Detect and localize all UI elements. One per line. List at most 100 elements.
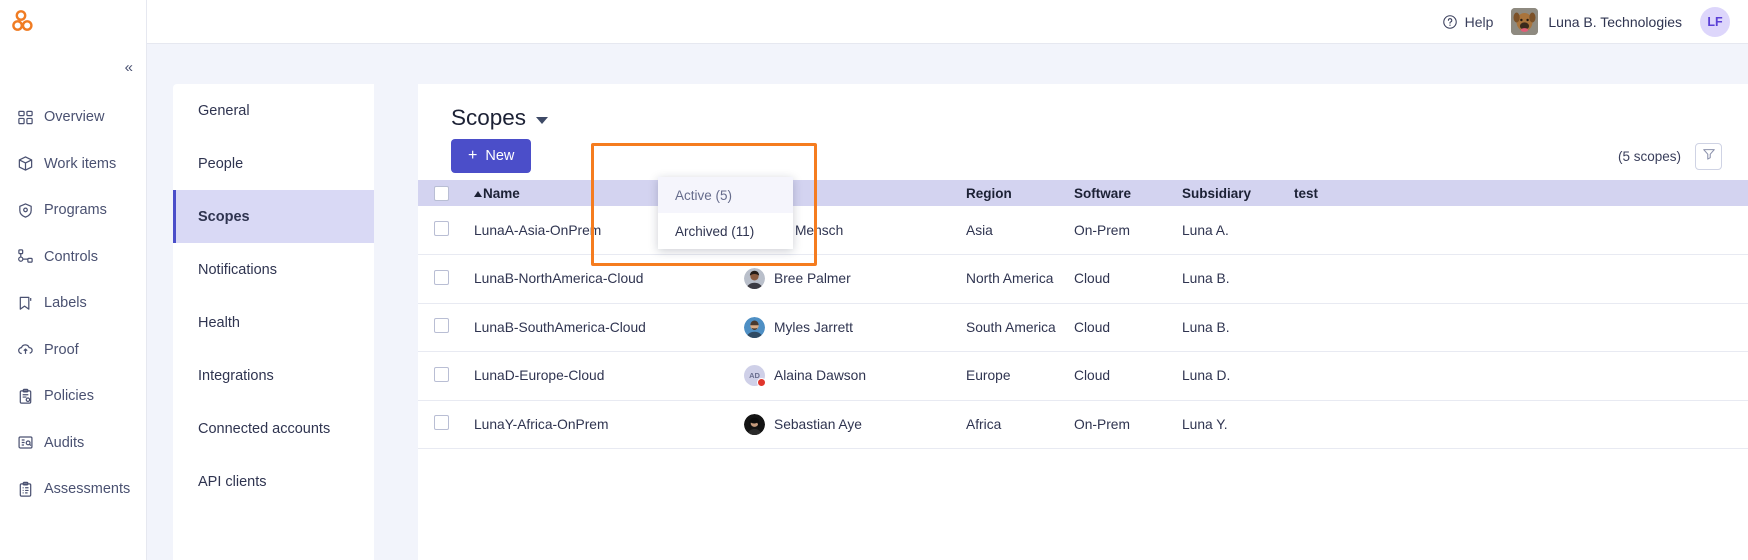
cell-name: LunaB-NorthAmerica-Cloud (464, 254, 734, 304)
table-row[interactable]: LunaB-SouthAmerica-Cloud Myles Jarrett S… (418, 303, 1748, 352)
column-header-label: test (1294, 185, 1319, 201)
cell-region: Europe (956, 351, 1064, 401)
sidebar-item-programs[interactable]: Programs (0, 187, 146, 234)
new-scope-button[interactable]: + New (451, 139, 532, 173)
shield-icon (16, 201, 34, 219)
sidebar-item-proof[interactable]: Proof (0, 327, 146, 374)
subnav-item-health[interactable]: Health (173, 296, 374, 349)
cell-software: Cloud (1064, 303, 1172, 352)
sidebar-item-overview[interactable]: Overview (0, 94, 146, 141)
org-switcher[interactable]: Luna B. Technologies (1511, 8, 1682, 35)
subnav-item-notifications[interactable]: Notifications (173, 243, 374, 296)
sidebar-item-controls[interactable]: Controls (0, 234, 146, 281)
scopes-table: Name Owner Region Softwar (418, 180, 1748, 449)
sidebar-item-label: Programs (44, 202, 107, 219)
dropdown-option-label: Archived (11) (675, 223, 755, 239)
cell-region: Africa (956, 400, 1064, 449)
table-header-row: Name Owner Region Softwar (418, 180, 1748, 206)
subnav-item-general[interactable]: General (173, 84, 374, 137)
sidebar-item-work-items[interactable]: Work items (0, 141, 146, 188)
row-select-cell (418, 351, 464, 401)
new-scope-button-label: New (485, 148, 515, 164)
cell-software: On-Prem (1064, 400, 1172, 449)
page-title: Scopes (451, 105, 527, 130)
caret-down-icon[interactable] (536, 116, 549, 124)
column-header-region[interactable]: Region (956, 180, 1064, 206)
owner-name: Alaina Dawson (774, 368, 867, 384)
org-name-label: Luna B. Technologies (1548, 13, 1682, 30)
subnav-item-connected-accounts[interactable]: Connected accounts (173, 402, 374, 455)
cell-name: LunaY-Africa-OnPrem (464, 400, 734, 449)
sort-ascending-icon (474, 190, 482, 197)
table-row[interactable]: LunaA-Asia-OnPrem Till Mensch Asia On-Pr… (418, 206, 1748, 255)
cell-test (1284, 206, 1748, 255)
top-bar: Help Luna B. Technologies LF (147, 0, 1748, 44)
scopes-status-dropdown-menu: Active (5) Archived (11) (658, 177, 793, 249)
cell-test (1284, 303, 1748, 352)
column-header-test[interactable]: test (1284, 180, 1748, 206)
sidebar-item-label: Labels (44, 295, 87, 312)
brand-logo[interactable] (0, 0, 146, 44)
sidebar-item-label: Overview (44, 109, 105, 126)
subnav-item-label: Scopes (198, 208, 250, 225)
row-checkbox[interactable] (433, 366, 449, 382)
scope-count-label: (5 scopes) (1617, 148, 1681, 164)
settings-subnav: General People Scopes Notifications Heal… (173, 84, 374, 560)
column-header-subsidiary[interactable]: Subsidiary (1172, 180, 1284, 206)
row-checkbox[interactable] (433, 415, 449, 431)
primary-sidebar: « Overview Work items Programs Controls … (0, 0, 147, 560)
select-all-header (418, 180, 464, 206)
sidebar-item-label: Policies (44, 388, 94, 405)
subnav-item-integrations[interactable]: Integrations (173, 349, 374, 402)
nodes-icon (16, 248, 34, 266)
owner-name: Bree Palmer (774, 271, 851, 287)
sidebar-item-assessments[interactable]: Assessments (0, 466, 146, 513)
settings-body: General People Scopes Notifications Heal… (147, 44, 1748, 560)
cell-subsidiary: Luna D. (1172, 351, 1284, 401)
sidebar-item-policies[interactable]: Policies (0, 373, 146, 420)
column-header-software[interactable]: Software (1064, 180, 1172, 206)
cell-test (1284, 351, 1748, 401)
cell-name: LunaB-SouthAmerica-Cloud (464, 303, 734, 352)
dashboard-icon (16, 108, 34, 126)
sidebar-item-label: Work items (44, 155, 117, 172)
table-row[interactable]: LunaB-NorthAmerica-Cloud Bree Palmer Nor… (418, 254, 1748, 304)
sidebar-item-labels[interactable]: Labels (0, 280, 146, 327)
collapse-sidebar-button[interactable]: « (121, 58, 136, 77)
row-checkbox[interactable] (433, 221, 449, 236)
filter-button[interactable] (1695, 142, 1722, 170)
sidebar-item-label: Controls (44, 248, 98, 265)
cell-owner: Sebastian Aye (734, 400, 956, 449)
table-row[interactable]: LunaY-Africa-OnPrem Sebastian Aye Africa… (418, 400, 1748, 449)
column-header-label: Subsidiary (1182, 185, 1252, 201)
cell-name: LunaD-Europe-Cloud (464, 351, 734, 401)
dropdown-option-archived[interactable]: Archived (11) (658, 213, 793, 249)
select-all-checkbox[interactable] (433, 185, 449, 201)
dropdown-option-active[interactable]: Active (5) (658, 177, 793, 213)
owner-status-badge-icon (757, 378, 766, 388)
sidebar-item-label: Proof (44, 341, 79, 358)
cell-owner: Bree Palmer (734, 254, 956, 304)
cell-region: Asia (956, 206, 1064, 255)
column-header-label: Region (966, 185, 1012, 201)
cell-owner: AD Alaina Dawson (734, 351, 956, 401)
primary-nav-list: Overview Work items Programs Controls La… (0, 90, 146, 513)
subnav-item-scopes[interactable]: Scopes (173, 190, 374, 243)
sidebar-item-audits[interactable]: Audits (0, 420, 146, 467)
filter-funnel-icon (1702, 147, 1716, 166)
owner-avatar (744, 268, 765, 290)
row-checkbox[interactable] (433, 318, 449, 334)
row-checkbox[interactable] (433, 269, 449, 285)
subnav-item-api-clients[interactable]: API clients (173, 455, 374, 508)
subnav-item-label: Health (198, 314, 240, 331)
table-row[interactable]: LunaD-Europe-Cloud AD Alaina Dawson Euro… (418, 351, 1748, 401)
question-circle-icon (1442, 14, 1458, 30)
help-button[interactable]: Help (1442, 14, 1493, 30)
user-avatar[interactable]: LF (1700, 6, 1730, 37)
cell-test (1284, 400, 1748, 449)
toolbar-right: (5 scopes) (1617, 142, 1722, 170)
cell-region: North America (956, 254, 1064, 304)
subnav-item-people[interactable]: People (173, 137, 374, 190)
column-header-label: Name (483, 185, 520, 201)
scopes-toolbar: + New (5 scopes) (418, 132, 1748, 180)
